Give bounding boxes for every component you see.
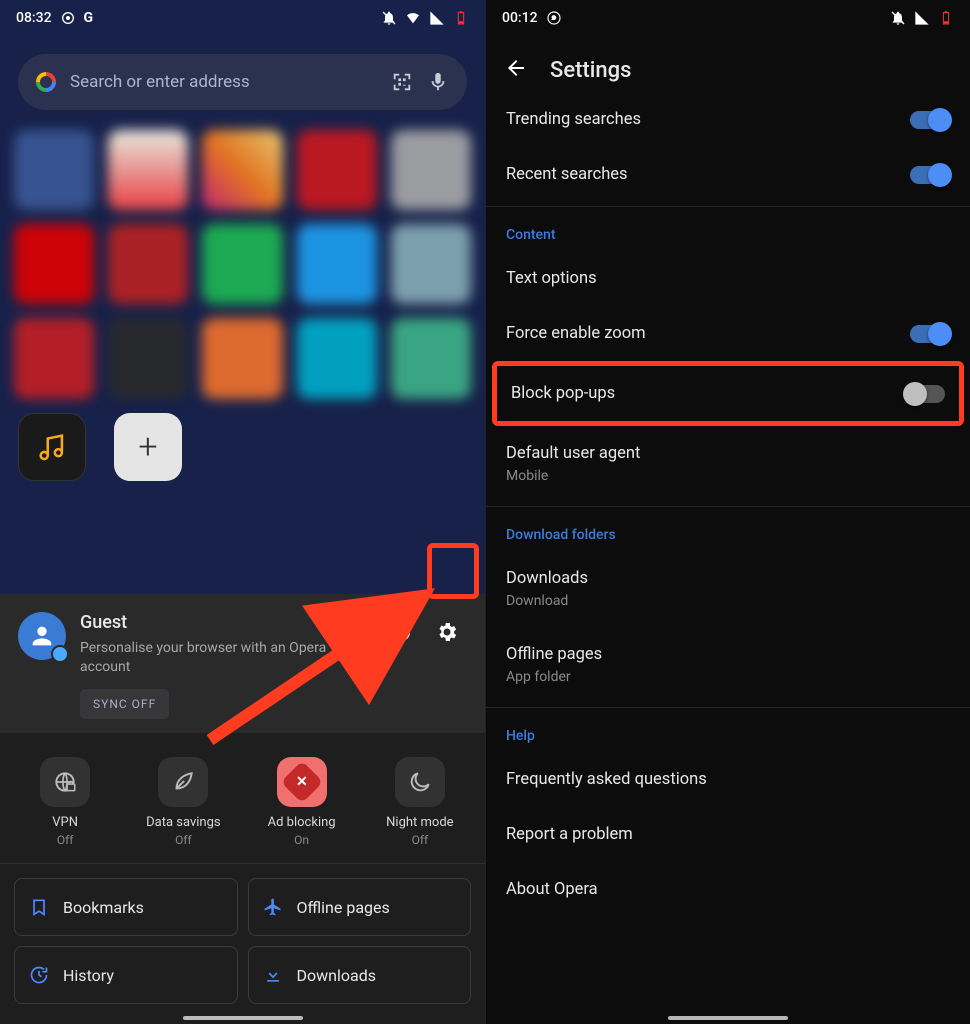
speed-dial-tile[interactable] xyxy=(14,224,94,304)
speed-dial-tile[interactable] xyxy=(202,318,282,398)
page-title: Settings xyxy=(550,58,631,83)
setting-text-options[interactable]: Text options xyxy=(486,251,970,306)
svg-text:x: x xyxy=(923,12,926,19)
leaf-icon xyxy=(170,769,196,795)
mic-icon[interactable] xyxy=(427,71,449,93)
signal-icon: x xyxy=(914,10,930,26)
settings-pane: 00:12 x Settings Trending searches Recen… xyxy=(485,0,970,1024)
plus-icon: + xyxy=(138,427,157,467)
globe-lock-icon xyxy=(52,769,78,795)
google-g-icon: G xyxy=(84,10,94,26)
section-header-content: Content xyxy=(486,207,970,251)
clock: 08:32 xyxy=(16,10,52,26)
setting-default-user-agent[interactable]: Default user agent Mobile xyxy=(486,426,970,502)
speed-dial-tile[interactable] xyxy=(391,224,471,304)
plane-icon xyxy=(263,897,283,917)
sync-chip[interactable]: SYNC OFF xyxy=(80,689,169,719)
setting-report-problem[interactable]: Report a problem xyxy=(486,807,970,862)
history-button[interactable]: History xyxy=(14,946,238,1004)
wifi-icon xyxy=(405,10,421,26)
speed-dial-tile[interactable] xyxy=(108,318,188,398)
statusbar: 08:32 G x xyxy=(0,0,485,36)
add-speed-dial-button[interactable]: + xyxy=(114,413,182,481)
nav-handle[interactable] xyxy=(668,1016,788,1020)
toggle-switch[interactable] xyxy=(910,166,950,184)
night-mode-toggle[interactable]: Night mode Off xyxy=(366,757,474,847)
bookmarks-button[interactable]: Bookmarks xyxy=(14,878,238,936)
downloads-button[interactable]: Downloads xyxy=(248,946,472,1004)
setting-about-opera[interactable]: About Opera xyxy=(486,862,970,917)
speed-dial-grid xyxy=(0,130,485,399)
whatsapp-icon xyxy=(546,10,562,26)
battery-low-icon xyxy=(938,10,954,26)
statusbar: 00:12 x xyxy=(486,0,970,36)
edit-badge-icon xyxy=(51,645,69,663)
annotation-highlight-block-popups: Block pop-ups xyxy=(492,361,964,426)
avatar[interactable] xyxy=(18,612,66,660)
signal-icon: x xyxy=(429,10,445,26)
setting-block-popups[interactable]: Block pop-ups xyxy=(497,366,959,421)
setting-offline-pages-folder[interactable]: Offline pages App folder xyxy=(486,627,970,703)
history-icon xyxy=(29,965,49,985)
nav-buttons: Bookmarks Offline pages History Download… xyxy=(0,864,485,1024)
moon-icon xyxy=(407,769,433,795)
back-button[interactable] xyxy=(504,56,528,84)
setting-trending-searches[interactable]: Trending searches xyxy=(486,92,970,147)
google-icon xyxy=(36,72,56,92)
setting-recent-searches[interactable]: Recent searches xyxy=(486,147,970,202)
setting-downloads-folder[interactable]: Downloads Download xyxy=(486,551,970,627)
battery-low-icon xyxy=(453,10,469,26)
dnd-icon xyxy=(381,10,397,26)
dnd-icon xyxy=(890,10,906,26)
search-placeholder: Search or enter address xyxy=(70,72,377,92)
speed-dial-tile[interactable] xyxy=(391,130,471,210)
music-notes-icon xyxy=(35,430,69,464)
data-savings-toggle[interactable]: Data savings Off xyxy=(129,757,237,847)
qr-scan-icon[interactable] xyxy=(391,71,413,93)
opera-home-pane: 08:32 G x Search or enter address xyxy=(0,0,485,1024)
setting-faq[interactable]: Frequently asked questions xyxy=(486,752,970,807)
block-icon: ✕ xyxy=(280,761,322,803)
nav-handle[interactable] xyxy=(183,1016,303,1020)
speed-dial-tile[interactable] xyxy=(391,318,471,398)
toggle-switch[interactable] xyxy=(910,111,950,129)
quick-actions-row: VPN Off Data savings Off ✕ Ad blocking O… xyxy=(0,733,485,864)
arrow-left-icon xyxy=(504,56,528,80)
clock: 00:12 xyxy=(502,10,538,26)
firefox-icon xyxy=(60,10,76,26)
ad-blocking-toggle[interactable]: ✕ Ad blocking On xyxy=(248,757,356,847)
music-tile[interactable] xyxy=(18,413,86,481)
speed-dial-tile[interactable] xyxy=(14,318,94,398)
settings-list: Trending searches Recent searches Conten… xyxy=(486,92,970,917)
speed-dial-tile[interactable] xyxy=(297,224,377,304)
speed-dial-tile[interactable] xyxy=(108,130,188,210)
annotation-arrow xyxy=(200,560,460,750)
svg-text:x: x xyxy=(438,12,441,19)
speed-dial-tile[interactable] xyxy=(202,130,282,210)
vpn-toggle[interactable]: VPN Off xyxy=(11,757,119,847)
bookmark-icon xyxy=(29,897,49,917)
toggle-switch[interactable] xyxy=(905,385,945,403)
section-header-help: Help xyxy=(486,708,970,752)
toggle-switch[interactable] xyxy=(910,325,950,343)
speed-dial-tile[interactable] xyxy=(108,224,188,304)
download-icon xyxy=(263,965,283,985)
speed-dial-tile[interactable] xyxy=(297,318,377,398)
setting-force-zoom[interactable]: Force enable zoom xyxy=(486,306,970,361)
address-search-bar[interactable]: Search or enter address xyxy=(18,54,467,110)
speed-dial-tile[interactable] xyxy=(202,224,282,304)
speed-dial-tile[interactable] xyxy=(297,130,377,210)
section-header-download: Download folders xyxy=(486,507,970,551)
speed-dial-tile[interactable] xyxy=(14,130,94,210)
person-icon xyxy=(28,622,56,650)
offline-pages-button[interactable]: Offline pages xyxy=(248,878,472,936)
